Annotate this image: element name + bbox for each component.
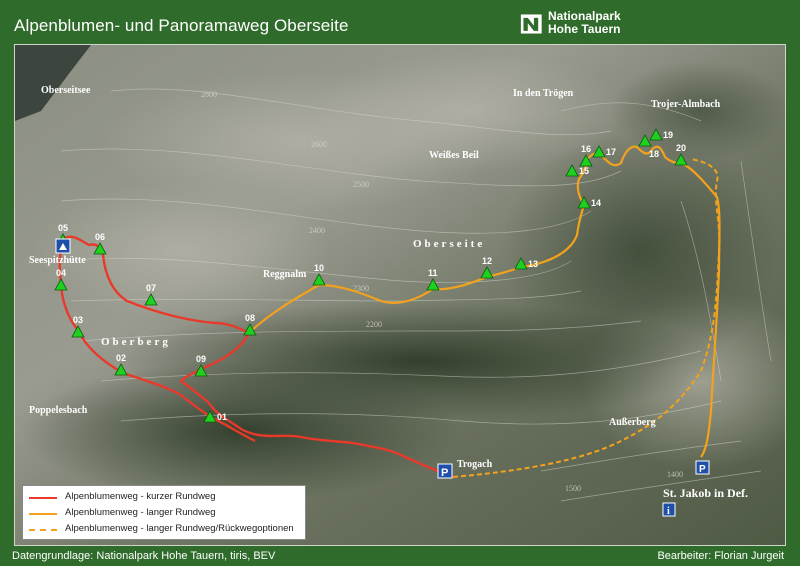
page-title: Alpenblumen- und Panoramaweg Oberseite [14, 16, 349, 35]
contour-label: 1400 [667, 470, 683, 479]
waypoint-label: 04 [56, 268, 66, 278]
place-label: Trojer-Almbach [651, 99, 721, 110]
svg-text:i: i [667, 506, 670, 517]
waypoint-label: 01 [217, 412, 227, 422]
info-icon[interactable]: i [662, 502, 676, 517]
place-label: Außerberg [609, 417, 656, 428]
contour-label: 2200 [366, 320, 382, 329]
map-view[interactable]: 2800 2600 2500 2400 2300 2200 1500 1400 … [14, 44, 786, 546]
svg-text:P: P [699, 464, 706, 475]
waypoint-label: 14 [591, 198, 601, 208]
place-label: In den Trögen [513, 88, 574, 99]
parking-icon[interactable]: P [695, 460, 710, 475]
contour-label: 1500 [565, 484, 581, 493]
contour-label: 2800 [201, 90, 217, 99]
contour-label: 2500 [353, 180, 369, 189]
parking-icon[interactable]: P [437, 463, 453, 479]
nationalpark-logo [520, 14, 542, 34]
waypoint-label: 11 [428, 268, 438, 278]
waypoint-label: 19 [663, 130, 673, 140]
place-label: Oberseite [413, 238, 485, 250]
waypoint-label: 18 [649, 149, 659, 159]
logo-line2: Hohe Tauern [548, 22, 621, 36]
map-svg: 2800 2600 2500 2400 2300 2200 1500 1400 … [15, 45, 785, 545]
contour-label: 2600 [311, 140, 327, 149]
header: Alpenblumen- und Panoramaweg Oberseite N… [0, 0, 800, 44]
waypoint-label: 09 [196, 354, 206, 364]
waypoint-label: 12 [482, 256, 492, 266]
footer-source: Datengrundlage: Nationalpark Hohe Tauern… [12, 550, 276, 562]
waypoint-label: 05 [58, 223, 68, 233]
svg-text:P: P [441, 467, 448, 479]
place-label: Oberseitsee [41, 85, 91, 96]
legend-label: Alpenblumenweg - langer Rundweg/Rückwego… [65, 523, 294, 534]
legend-swatch [29, 513, 57, 515]
mountain-hut-icon[interactable] [55, 238, 71, 254]
waypoint-label: 20 [676, 143, 686, 153]
place-label: Seespitzhütte [29, 255, 86, 266]
footer-author: Bearbeiter: Florian Jurgeit [657, 550, 784, 562]
legend-label: Alpenblumenweg - kurzer Rundweg [65, 491, 216, 502]
waypoint-label: 06 [95, 232, 105, 242]
place-label: Weißes Beil [429, 150, 479, 161]
waypoint-label: 07 [146, 283, 156, 293]
waypoint-label: 03 [73, 315, 83, 325]
place-label: Poppelesbach [29, 405, 88, 416]
legend-label: Alpenblumenweg - langer Rundweg [65, 507, 216, 518]
place-label: Oberberg [101, 336, 171, 348]
waypoint-label: 15 [579, 166, 589, 176]
contour-label: 2400 [309, 226, 325, 235]
waypoint-label: 08 [245, 313, 255, 323]
place-label: Trogach [457, 459, 493, 470]
waypoint-label: 16 [581, 144, 591, 154]
waypoint-label: 10 [314, 263, 324, 273]
legend-swatch [29, 529, 57, 531]
map-legend: Alpenblumenweg - kurzer Rundweg Alpenblu… [22, 485, 306, 540]
logo-text: Nationalpark Hohe Tauern [548, 10, 621, 36]
forest-belt [501, 131, 781, 371]
place-label: St. Jakob in Def. [663, 486, 748, 500]
waypoint-label: 17 [606, 147, 616, 157]
place-label: Reggnalm [263, 269, 307, 280]
waypoint-label: 13 [528, 259, 538, 269]
legend-swatch [29, 497, 57, 499]
forest-belt [21, 361, 461, 501]
waypoint-label: 02 [116, 353, 126, 363]
